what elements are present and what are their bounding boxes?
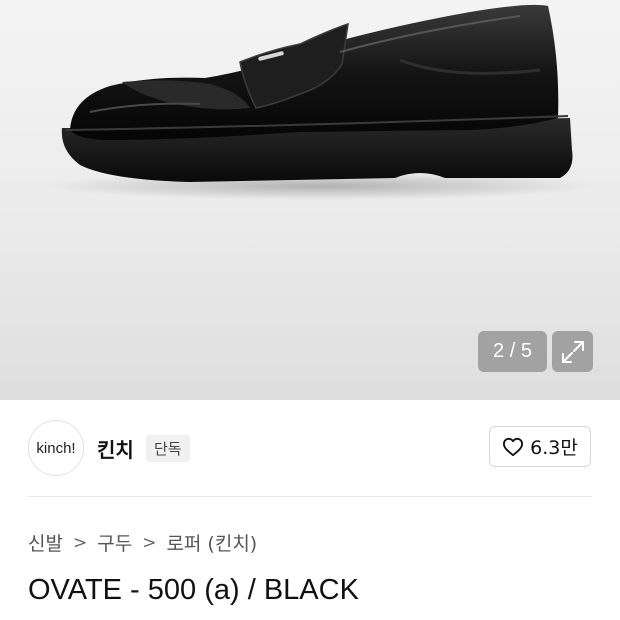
image-counter-text: 2 / 5 [493, 340, 532, 362]
shop-logo-text: kinch! [36, 439, 76, 457]
divider [28, 496, 592, 497]
product-title: OVATE - 500 (a) / BLACK [28, 574, 359, 606]
image-counter: 2 / 5 [478, 331, 547, 372]
product-image-gallery[interactable]: 2 / 5 [0, 0, 620, 400]
breadcrumb-item-shoes[interactable]: 신발 [28, 529, 63, 556]
shop-logo[interactable]: kinch! [28, 420, 84, 476]
like-button[interactable]: 6.3만 [489, 426, 591, 467]
expand-icon [561, 340, 584, 363]
breadcrumb-item-dress-shoes[interactable]: 구두 [97, 529, 132, 556]
breadcrumb: 신발 > 구두 > 로퍼 (킨치) [28, 529, 257, 556]
fullscreen-button[interactable] [552, 331, 593, 372]
heart-icon [503, 437, 524, 456]
like-count: 6.3만 [530, 437, 578, 459]
shop-name-link[interactable]: 킨치 [97, 434, 134, 463]
exclusive-badge: 단독 [146, 435, 190, 462]
chevron-right-icon: > [72, 532, 88, 553]
breadcrumb-item-loafer[interactable]: 로퍼 (킨치) [166, 529, 257, 556]
chevron-right-icon: > [142, 532, 157, 553]
